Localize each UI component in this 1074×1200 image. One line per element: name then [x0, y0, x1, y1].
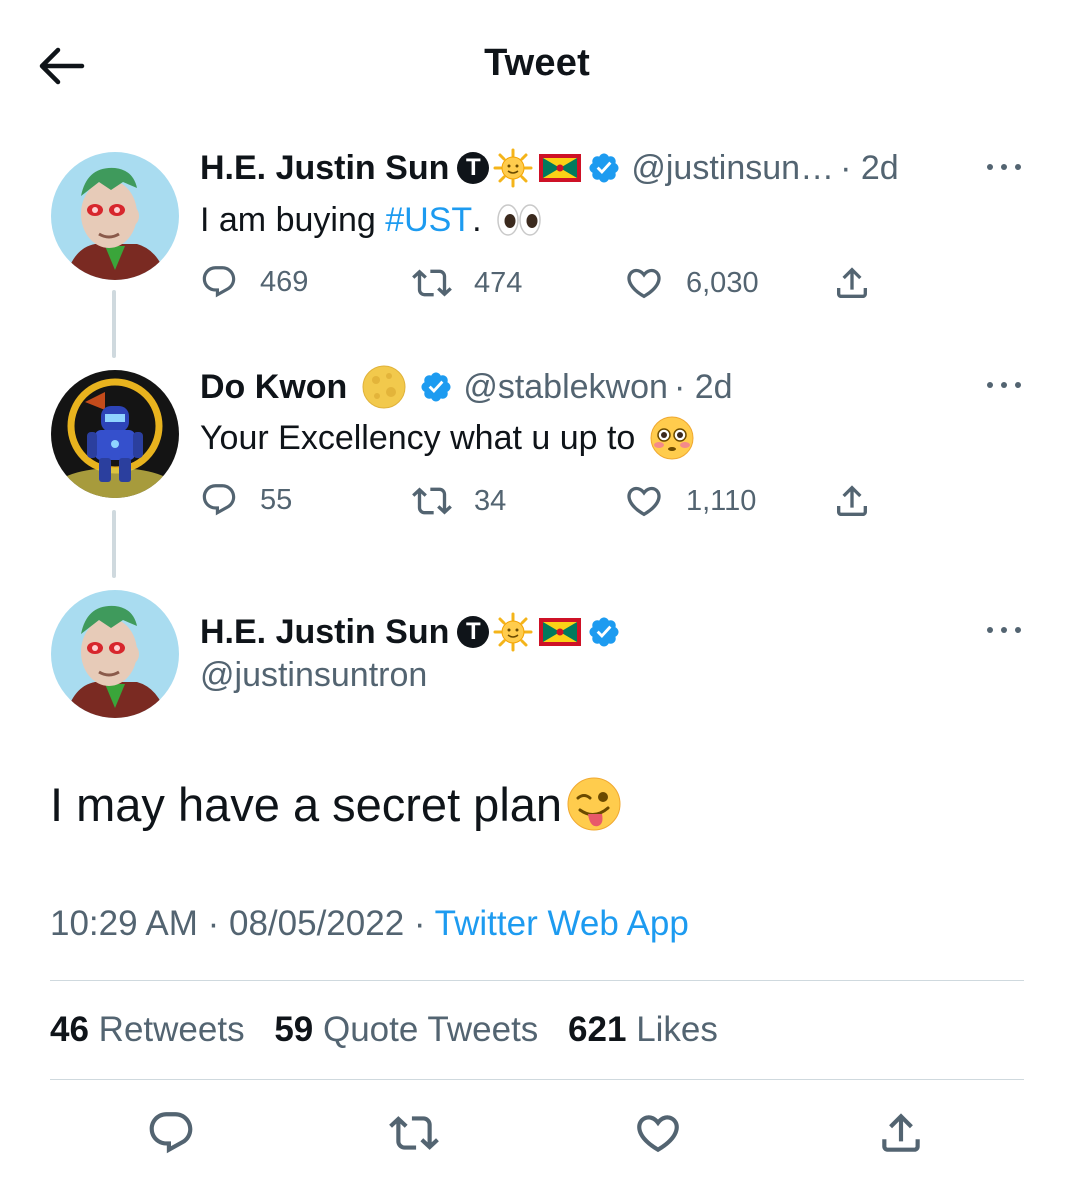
tweet-time[interactable]: 10:29 AM	[50, 904, 198, 943]
reply-button[interactable]: 469	[200, 263, 308, 301]
handle[interactable]: @justinsun…	[631, 149, 834, 188]
avatar-do-kwon[interactable]	[51, 370, 179, 498]
display-name[interactable]: H.E. Justin Sun	[200, 613, 449, 652]
quote-tweets-count: 59	[274, 1010, 314, 1049]
share-icon	[832, 263, 872, 303]
retweets-label: Retweets	[98, 1010, 245, 1049]
main-tweet-text: I may have a secret plan	[50, 776, 622, 832]
avatar-justin-sun[interactable]	[51, 590, 179, 718]
share-icon	[876, 1108, 926, 1158]
retweet-button[interactable]: 474	[412, 263, 522, 303]
retweet-count: 34	[474, 484, 507, 517]
like-icon	[633, 1108, 683, 1158]
retweet-count: 474	[474, 266, 523, 299]
retweets-count: 46	[50, 1010, 89, 1049]
like-button[interactable]: 6,030	[624, 263, 759, 303]
tweet-2-header: Do Kwon @stablekwon · 2d	[200, 365, 733, 409]
reply-button[interactable]: 55	[200, 481, 292, 519]
eyes-emoji-icon	[496, 202, 542, 238]
divider	[50, 1079, 1024, 1080]
timestamp[interactable]: · 2d	[674, 368, 733, 407]
engagement-stats: 46 Retweets 59 Quote Tweets 621 Likes	[50, 1010, 738, 1050]
likes-stat[interactable]: 621 Likes	[568, 1010, 718, 1049]
grenada-flag-icon	[539, 154, 581, 182]
tweet-1-text: I am buying #UST .	[200, 198, 542, 242]
retweets-stat[interactable]: 46 Retweets	[50, 1010, 245, 1049]
winking-tongue-emoji-icon	[566, 776, 622, 832]
tweet-2-actions: 55 34 1,110	[200, 481, 920, 525]
quote-tweets-label: Quote Tweets	[322, 1010, 539, 1049]
quote-tweets-stat[interactable]: 59 Quote Tweets	[274, 1010, 538, 1049]
avatar-justin-sun[interactable]	[51, 152, 179, 280]
handle[interactable]: @justinsuntron	[200, 656, 427, 695]
sun-emoji-icon	[493, 612, 533, 652]
handle[interactable]: @stablekwon	[463, 368, 668, 407]
thread-connector	[112, 290, 116, 358]
share-button[interactable]	[832, 481, 894, 521]
flushed-face-emoji-icon	[649, 415, 695, 461]
like-button[interactable]	[633, 1108, 683, 1158]
display-name[interactable]: Do Kwon	[200, 368, 347, 407]
reply-count: 55	[260, 483, 293, 516]
t-badge-icon: T	[457, 616, 490, 648]
retweet-button[interactable]: 34	[412, 481, 506, 521]
reply-count: 469	[260, 265, 309, 298]
share-button[interactable]	[876, 1108, 926, 1158]
like-count: 6,030	[686, 266, 759, 299]
separator: ·	[197, 904, 229, 943]
tweet-source-link[interactable]: Twitter Web App	[435, 904, 689, 943]
retweet-icon	[412, 263, 452, 303]
display-name[interactable]: H.E. Justin Sun	[200, 149, 449, 188]
reply-icon	[146, 1108, 196, 1158]
like-button[interactable]: 1,110	[624, 481, 756, 521]
hashtag-link[interactable]: #UST	[385, 201, 472, 240]
tweet-1-actions: 469 474 6,030	[200, 263, 920, 307]
tweet-text: I may have a secret plan	[50, 777, 563, 831]
retweet-button[interactable]	[389, 1108, 439, 1158]
verified-badge-icon	[587, 615, 621, 649]
tweet-2-text: Your Excellency what u up to	[200, 416, 695, 460]
divider	[50, 980, 1024, 981]
likes-label: Likes	[636, 1010, 718, 1049]
verified-badge-icon	[587, 151, 621, 185]
tweet-date[interactable]: 08/05/2022	[229, 904, 404, 943]
reply-icon	[200, 263, 238, 301]
tweet-1-header: H.E. Justin Sun T @justinsun… · 2d	[200, 146, 899, 190]
tweet-text: Your Excellency what u up to	[200, 418, 636, 457]
reply-icon	[200, 481, 238, 519]
tweet-text-prefix: I am buying	[200, 200, 386, 239]
timestamp[interactable]: · 2d	[840, 149, 899, 188]
sun-emoji-icon	[493, 148, 533, 188]
separator: ·	[404, 904, 435, 943]
verified-badge-icon	[419, 370, 453, 404]
t-badge-icon: T	[457, 152, 490, 184]
more-options-icon[interactable]	[984, 625, 1024, 645]
thread-connector	[112, 510, 116, 578]
tweet-timestamp: 10:29 AM · 08/05/2022 · Twitter Web App	[50, 904, 689, 944]
tweet-text-suffix: .	[472, 200, 482, 239]
grenada-flag-icon	[539, 618, 581, 646]
share-button[interactable]	[832, 263, 894, 303]
retweet-icon	[412, 481, 452, 521]
moon-emoji-icon	[361, 364, 407, 410]
page-title: Tweet	[484, 42, 590, 84]
retweet-icon	[389, 1108, 439, 1158]
reply-button[interactable]	[146, 1108, 196, 1158]
main-tweet-header: H.E. Justin Sun T	[200, 610, 631, 654]
like-icon	[624, 263, 664, 303]
like-count: 1,110	[686, 484, 757, 517]
likes-count: 621	[568, 1010, 627, 1049]
more-options-icon[interactable]	[984, 380, 1024, 400]
share-icon	[832, 481, 872, 521]
more-options-icon[interactable]	[984, 162, 1024, 182]
like-icon	[624, 481, 664, 521]
